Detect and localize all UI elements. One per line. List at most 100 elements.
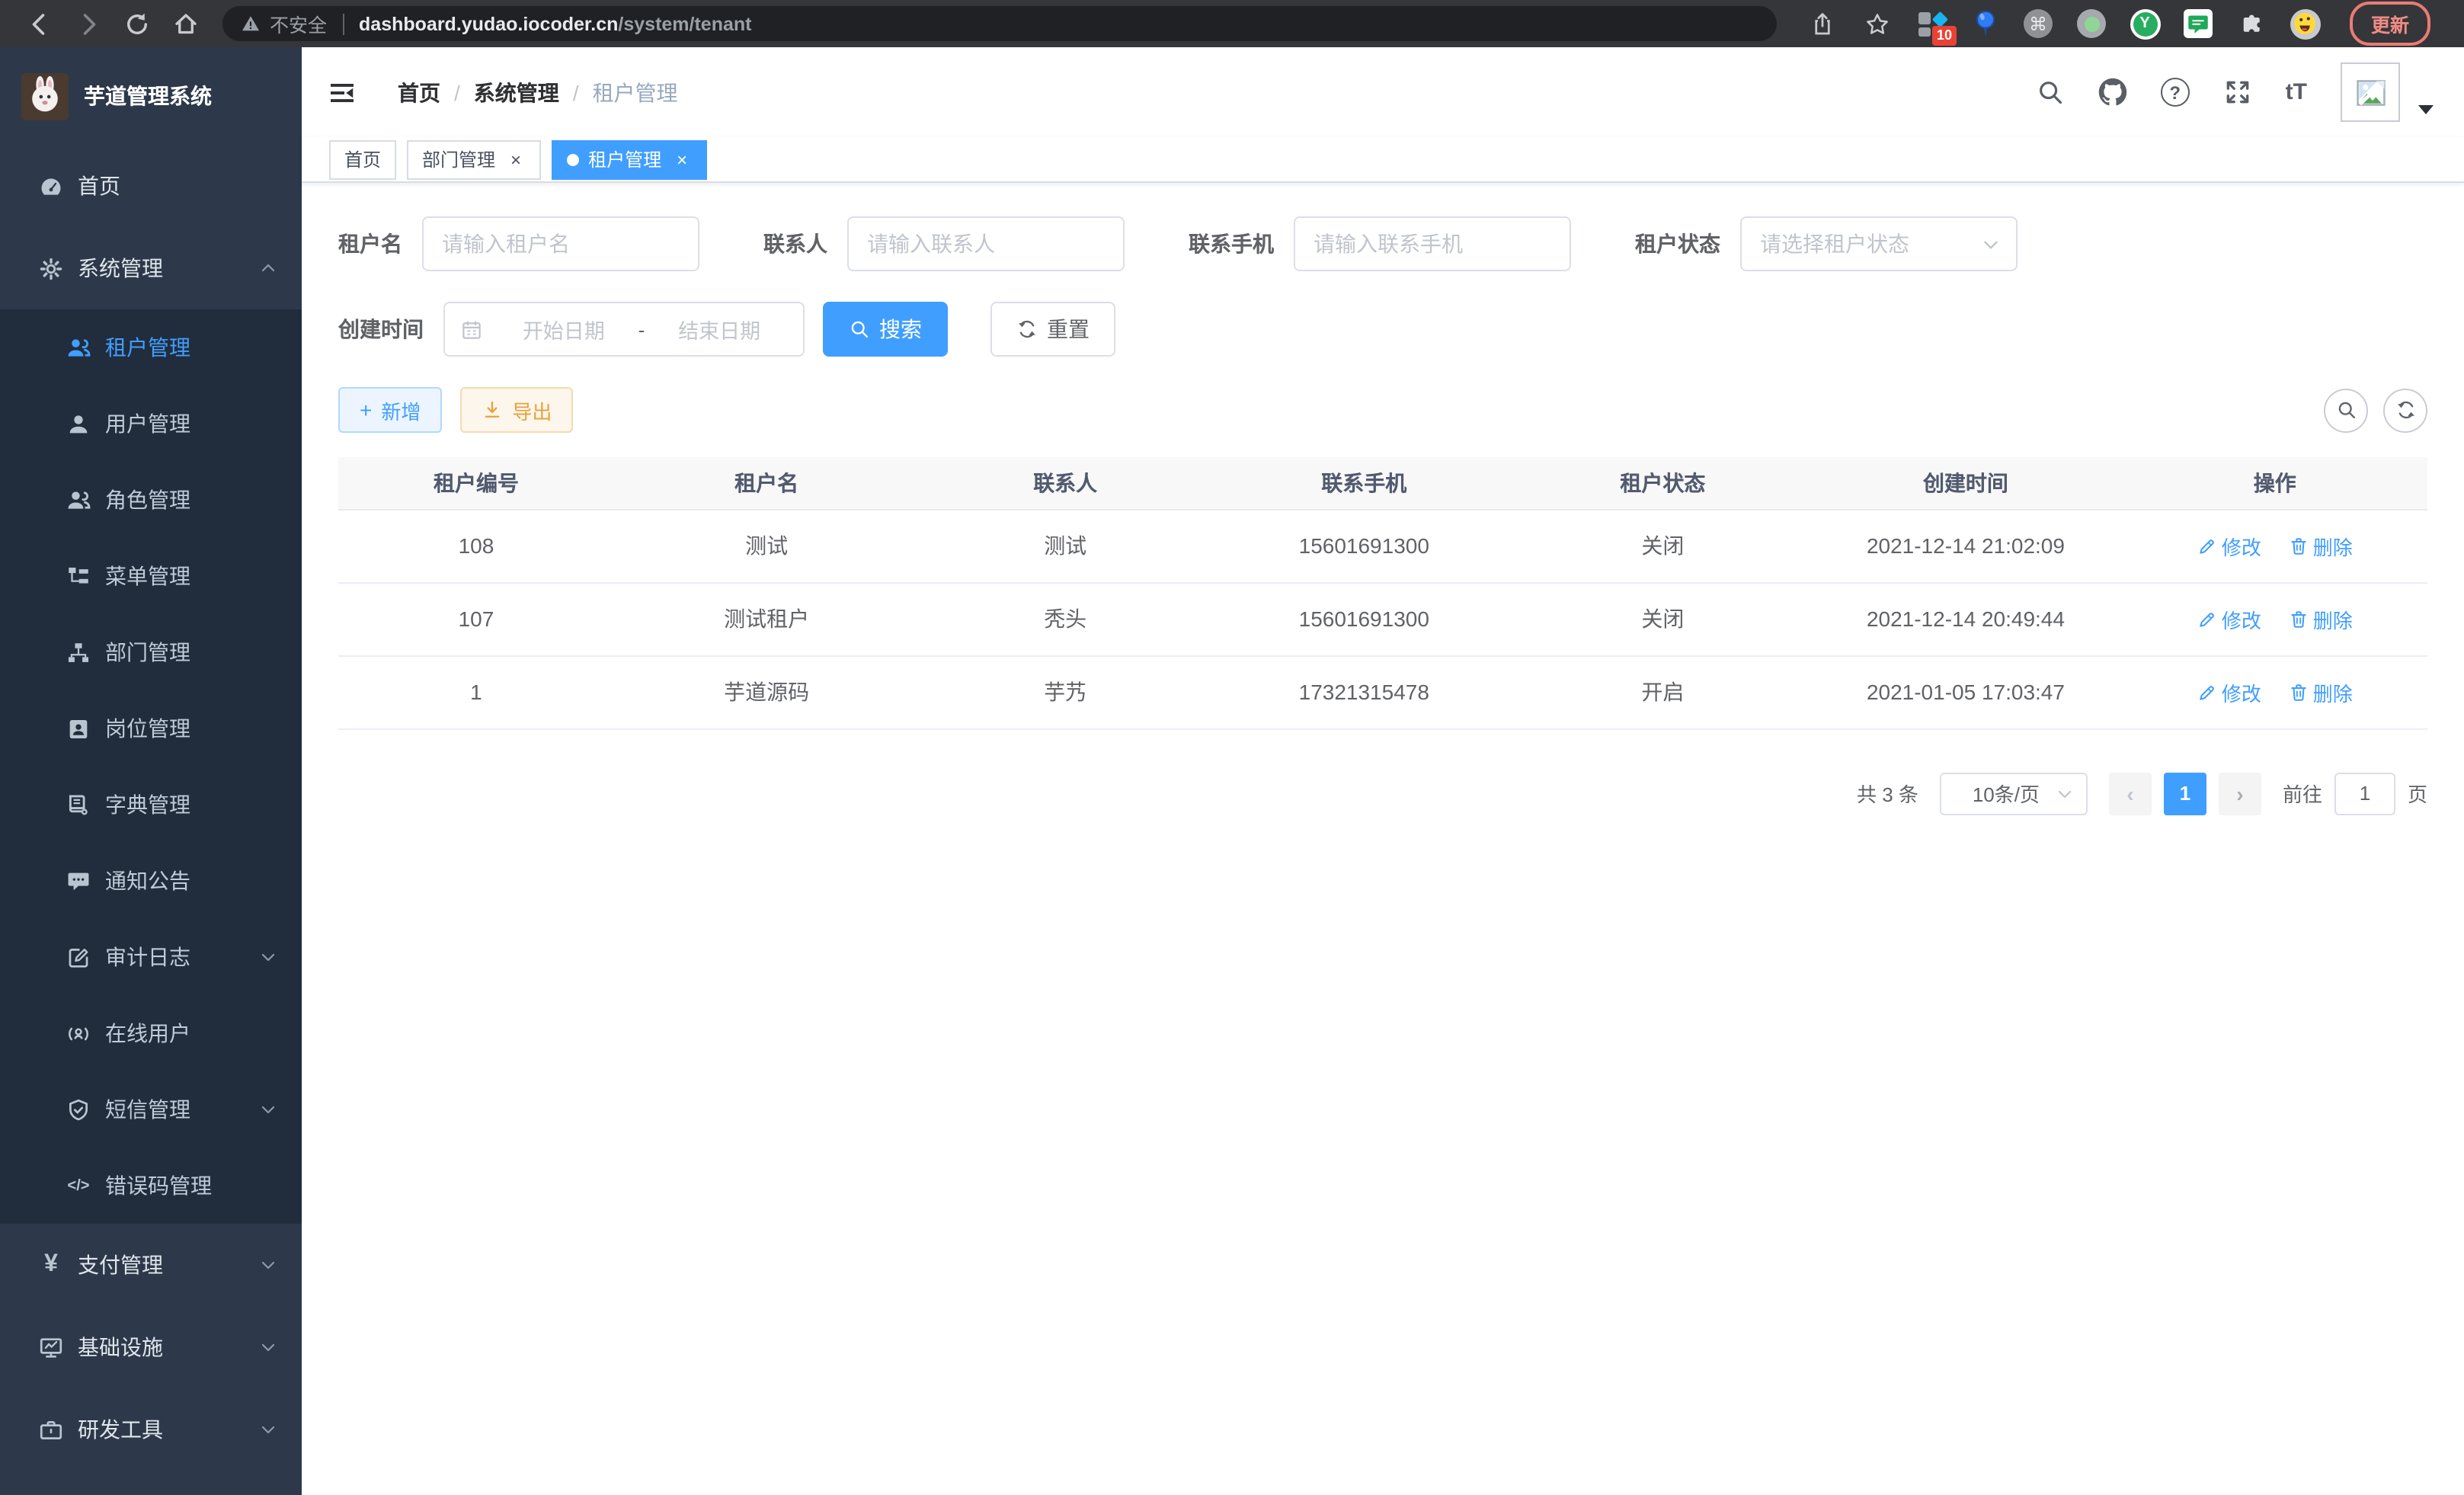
delete-link[interactable]: 删除 bbox=[2289, 677, 2353, 706]
delete-link[interactable]: 删除 bbox=[2289, 531, 2353, 560]
not-secure-label: 不安全 bbox=[270, 9, 327, 38]
col-contact: 联系人 bbox=[919, 457, 1211, 509]
fullscreen-icon[interactable] bbox=[2223, 78, 2252, 107]
browser-menu-icon[interactable]: ⋮ bbox=[2446, 10, 2464, 37]
tab-dept[interactable]: 部门管理× bbox=[407, 139, 541, 179]
trash-icon bbox=[2289, 609, 2309, 629]
date-range-input[interactable]: 开始日期 - 结束日期 bbox=[443, 302, 805, 357]
app-logo bbox=[21, 72, 69, 120]
broken-image-icon bbox=[2354, 75, 2387, 109]
delete-link[interactable]: 删除 bbox=[2289, 604, 2353, 633]
extension-badge: 10 bbox=[1932, 26, 1957, 46]
status-label: 租户状态 bbox=[1635, 229, 1720, 259]
reset-button[interactable]: 重置 bbox=[990, 302, 1115, 357]
table-row: 107 测试租户 秃头 15601691300 关闭 2021-12-14 20… bbox=[338, 582, 2427, 655]
close-icon[interactable]: × bbox=[672, 149, 692, 169]
contact-input[interactable] bbox=[847, 216, 1125, 271]
help-icon[interactable]: ? bbox=[2161, 78, 2190, 107]
status-value: 开启 bbox=[1516, 655, 1809, 728]
sidebar-item-online-users[interactable]: 在线用户 bbox=[0, 995, 302, 1071]
sidebar-item-menu[interactable]: 菜单管理 bbox=[0, 538, 302, 614]
export-button[interactable]: 导出 bbox=[460, 387, 573, 433]
monitor-icon bbox=[38, 1334, 64, 1360]
edit-link[interactable]: 修改 bbox=[2197, 604, 2261, 633]
sidebar-item-errcode[interactable]: </> 错误码管理 bbox=[0, 1148, 302, 1224]
browser-back-icon[interactable] bbox=[26, 10, 53, 37]
tab-tenant[interactable]: 租户管理× bbox=[552, 139, 707, 179]
pen-icon bbox=[2197, 609, 2217, 629]
search-button[interactable]: 搜索 bbox=[823, 302, 948, 357]
sidebar-item-user[interactable]: 用户管理 bbox=[0, 386, 302, 462]
sidebar-item-post[interactable]: 岗位管理 bbox=[0, 690, 302, 767]
current-page[interactable]: 1 bbox=[2164, 772, 2206, 815]
profile-emoji-avatar[interactable] bbox=[2289, 8, 2321, 40]
sidebar-item-pay[interactable]: ¥ 支付管理 bbox=[0, 1224, 302, 1306]
breadcrumb-home[interactable]: 首页 bbox=[398, 77, 440, 107]
edit-link[interactable]: 修改 bbox=[2197, 677, 2261, 706]
extension-balloon-icon[interactable] bbox=[1969, 8, 2001, 40]
sidebar-item-home[interactable]: 首页 bbox=[0, 145, 302, 227]
next-page-button[interactable]: › bbox=[2219, 772, 2261, 815]
browser-reload-icon[interactable] bbox=[123, 10, 151, 37]
navbar: 首页 / 系统管理 / 租户管理 ? tT bbox=[302, 47, 2464, 137]
sidebar-item-devtools[interactable]: 研发工具 bbox=[0, 1388, 302, 1471]
close-icon[interactable]: × bbox=[506, 149, 526, 169]
sidebar: 芋道管理系统 首页 系统管理 租户管理 用户管理 bbox=[0, 47, 302, 1495]
sidebar-item-infra[interactable]: 基础设施 bbox=[0, 1306, 302, 1388]
chrome-update-button[interactable]: 更新 bbox=[2350, 2, 2430, 46]
sidebar-item-notice[interactable]: 通知公告 bbox=[0, 843, 302, 919]
tab-home[interactable]: 首页 bbox=[329, 139, 396, 179]
page-size-select[interactable]: 10条/页 bbox=[1940, 772, 2088, 815]
col-mobile: 联系手机 bbox=[1211, 457, 1516, 509]
table-toolbar: + 新增 导出 bbox=[338, 387, 2427, 433]
goto-prefix: 前往 bbox=[2283, 779, 2322, 808]
chevron-down-icon bbox=[259, 1100, 277, 1119]
extensions-puzzle-icon[interactable] bbox=[2235, 8, 2267, 40]
sidebar-item-audit-log[interactable]: 审计日志 bbox=[0, 919, 302, 995]
address-bar[interactable]: 不安全 dashboard.yudao.iocoder.cn/system/te… bbox=[222, 6, 1777, 41]
avatar[interactable] bbox=[2341, 62, 2400, 122]
font-size-icon[interactable]: tT bbox=[2286, 81, 2307, 104]
navbar-actions: ? tT bbox=[2036, 62, 2434, 122]
mobile-input[interactable] bbox=[1294, 216, 1571, 271]
col-tenant-name: 租户名 bbox=[614, 457, 919, 509]
extension-green-dot-icon[interactable] bbox=[2075, 8, 2107, 40]
app-logo-row[interactable]: 芋道管理系统 bbox=[0, 47, 302, 145]
col-actions: 操作 bbox=[2123, 457, 2427, 509]
url-host: dashboard.yudao.iocoder.cn bbox=[359, 13, 618, 34]
create-time-label: 创建时间 bbox=[338, 314, 424, 344]
extension-chat-icon[interactable] bbox=[2182, 8, 2214, 40]
refresh-table-button[interactable] bbox=[2383, 388, 2427, 432]
extension-tiles-icon[interactable]: 10 bbox=[1915, 8, 1947, 40]
sidebar-item-system[interactable]: 系统管理 bbox=[0, 227, 302, 309]
sidebar-item-dict[interactable]: 字典管理 bbox=[0, 767, 302, 843]
chevron-down-icon bbox=[2056, 784, 2074, 802]
browser-home-icon[interactable] bbox=[172, 10, 200, 37]
toggle-search-button[interactable] bbox=[2324, 388, 2368, 432]
search-icon bbox=[849, 319, 870, 340]
share-icon[interactable] bbox=[1809, 10, 1836, 37]
collapse-sidebar-icon[interactable] bbox=[326, 78, 358, 106]
edit-link[interactable]: 修改 bbox=[2197, 531, 2261, 560]
sidebar-item-sms[interactable]: 短信管理 bbox=[0, 1071, 302, 1148]
status-select[interactable]: 请选择租户状态 bbox=[1740, 216, 2018, 271]
browser-forward-icon[interactable] bbox=[75, 10, 102, 37]
online-user-icon bbox=[66, 1020, 91, 1046]
sidebar-item-role[interactable]: 角色管理 bbox=[0, 462, 302, 538]
extension-y-icon[interactable]: Y bbox=[2129, 8, 2161, 40]
sidebar-item-dept[interactable]: 部门管理 bbox=[0, 614, 302, 690]
prev-page-button[interactable]: ‹ bbox=[2109, 772, 2152, 815]
add-button[interactable]: + 新增 bbox=[338, 387, 442, 433]
gear-icon bbox=[38, 255, 64, 281]
search-icon bbox=[2335, 399, 2357, 421]
github-icon[interactable] bbox=[2098, 78, 2127, 107]
extension-command-icon[interactable]: ⌘ bbox=[2022, 8, 2054, 40]
table-header-row: 租户编号 租户名 联系人 联系手机 租户状态 创建时间 操作 bbox=[338, 457, 2427, 509]
avatar-dropdown-caret[interactable] bbox=[2418, 104, 2434, 114]
search-icon[interactable] bbox=[2036, 78, 2065, 107]
goto-page-input[interactable] bbox=[2334, 772, 2395, 815]
tenant-name-input[interactable] bbox=[422, 216, 699, 271]
sidebar-item-tenant[interactable]: 租户管理 bbox=[0, 309, 302, 386]
breadcrumb-system[interactable]: 系统管理 bbox=[474, 77, 559, 107]
bookmark-star-icon[interactable] bbox=[1864, 10, 1891, 37]
